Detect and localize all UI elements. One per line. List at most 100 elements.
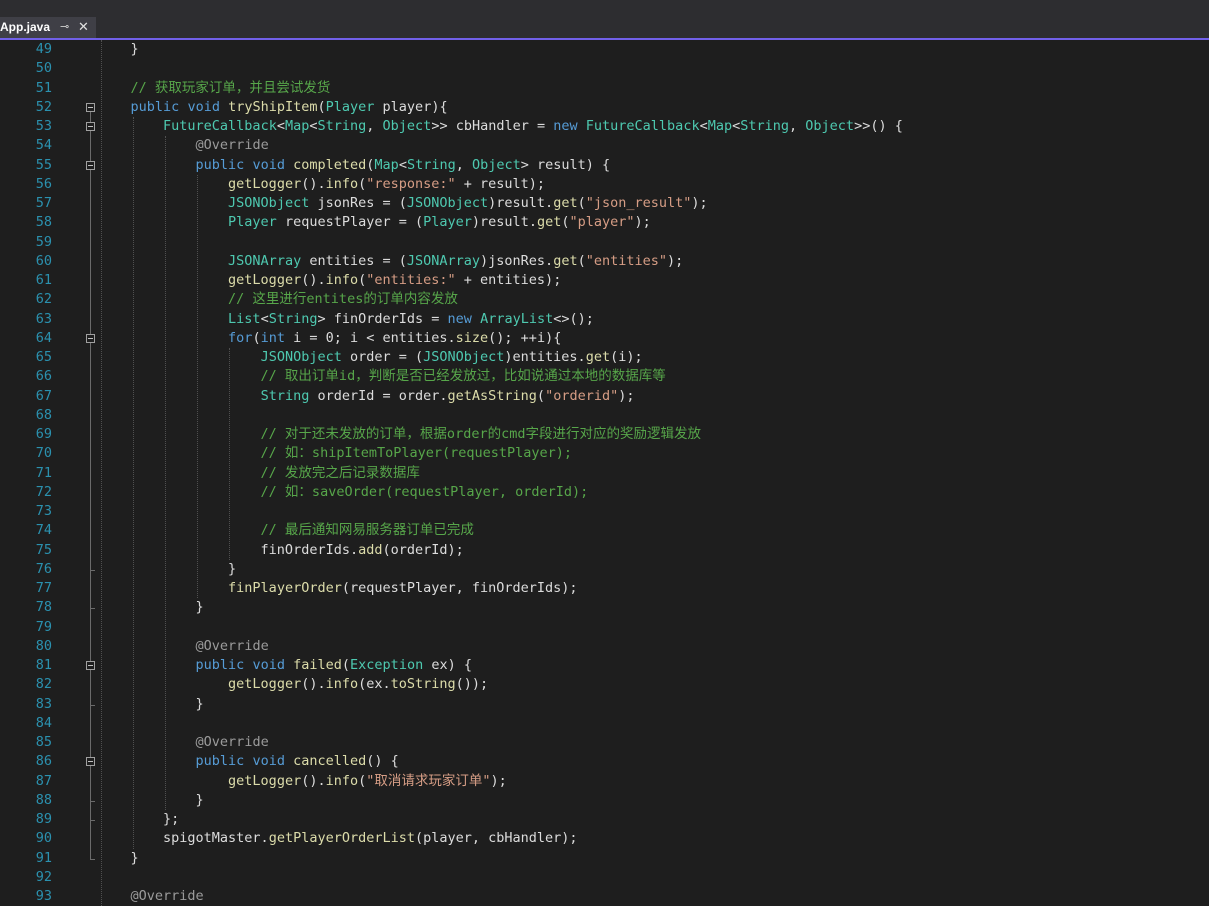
code-line[interactable]: public void tryShipItem(Player player){: [98, 98, 448, 117]
code-line[interactable]: List<String> finOrderIds = new ArrayList…: [98, 310, 594, 329]
code-line[interactable]: // 这里进行entites的订单内容发放: [98, 290, 458, 309]
code-token: (: [577, 252, 586, 269]
code-token: getPlayerOrderList: [268, 830, 415, 847]
code-line[interactable]: }: [98, 791, 204, 810]
code-line[interactable]: // 取出订单id，判断是否已经发放过，比如说通过本地的数据库等: [98, 367, 666, 386]
code-token: <: [309, 118, 318, 134]
code-token: get: [553, 252, 578, 269]
code-token: info: [325, 272, 359, 288]
code-token: tryShipItem: [228, 98, 318, 115]
code-line[interactable]: public void failed(Exception ex) {: [98, 656, 472, 675]
code-token: }: [98, 791, 204, 808]
code-line[interactable]: // 如：shipItemToPlayer(requestPlayer);: [98, 444, 572, 463]
code-line[interactable]: JSONArray entities = (JSONArray)jsonRes.…: [98, 252, 683, 271]
code-line[interactable]: }: [98, 40, 139, 59]
code-token: // 最后通知网易服务器订单已完成: [98, 522, 474, 539]
code-line[interactable]: // 对于还未发放的订单，根据order的cmd字段进行对应的奖励逻辑发放: [98, 425, 701, 444]
line-number: 84: [35, 714, 52, 731]
code-token: (: [341, 657, 351, 673]
code-token: <: [260, 310, 269, 327]
code-line[interactable]: @Override: [98, 136, 269, 155]
line-number: 91: [35, 849, 52, 866]
code-token: (); ++i){: [488, 329, 562, 346]
close-icon[interactable]: ✕: [78, 19, 89, 35]
line-number: 59: [35, 233, 52, 250]
code-line[interactable]: finPlayerOrder(requestPlayer, finOrderId…: [98, 579, 578, 598]
code-line[interactable]: public void cancelled() {: [98, 752, 399, 771]
code-token: "response:": [366, 175, 456, 192]
line-number: 63: [35, 310, 52, 327]
code-token: requestPlayer = (: [276, 214, 424, 231]
code-line[interactable]: @Override: [98, 637, 269, 656]
code-line[interactable]: JSONObject order = (JSONObject)entities.…: [98, 348, 643, 367]
collapse-icon[interactable]: [86, 757, 95, 767]
line-number: 72: [35, 483, 52, 500]
tab-app-java[interactable]: App.java ⊸ ✕: [0, 17, 96, 38]
code-token: void: [187, 98, 220, 115]
code-line[interactable]: };: [98, 810, 179, 829]
code-line[interactable]: // 发放完之后记录数据库: [98, 464, 420, 483]
code-token: get: [536, 214, 562, 231]
code-editor[interactable]: 49 } 50 51 // 获取玩家订单，并且尝试发货 52 public void …: [0, 40, 1209, 906]
pin-icon[interactable]: ⊸: [60, 20, 69, 33]
code-line[interactable]: for(int i = 0; i < entities.size(); ++i)…: [98, 329, 561, 348]
code-token: info: [325, 772, 359, 789]
code-token: // 发放完之后记录数据库: [98, 464, 420, 481]
indent-guide: [165, 136, 166, 810]
code-token: orderId = order.: [309, 387, 448, 404]
code-line[interactable]: String orderId = order.getAsString("orde…: [98, 387, 635, 406]
code-token: ArrayList: [480, 310, 554, 327]
code-line[interactable]: // 如：saveOrder(requestPlayer, orderId);: [98, 483, 589, 502]
collapse-icon[interactable]: [86, 122, 95, 131]
code-line[interactable]: FutureCallback<Map<String, Object>> cbHa…: [98, 117, 903, 136]
code-token: Object: [472, 156, 521, 173]
code-token: public: [130, 98, 180, 115]
code-line[interactable]: }: [98, 695, 204, 714]
code-line[interactable]: JSONObject jsonRes = (JSONObject)result.…: [98, 194, 708, 213]
code-token: // 如：shipItemToPlayer(requestPlayer);: [98, 445, 573, 462]
code-line[interactable]: }: [98, 560, 236, 579]
code-line[interactable]: getLogger().info("entities:" + entities)…: [98, 271, 561, 290]
code-line[interactable]: // 最后通知网易服务器订单已完成: [98, 521, 474, 540]
fold-range-end: [90, 704, 95, 706]
code-line[interactable]: getLogger().info(ex.toString());: [98, 675, 488, 694]
code-line[interactable]: finOrderIds.add(orderId);: [98, 541, 464, 560]
code-line[interactable]: Player requestPlayer = (Player)result.ge…: [98, 213, 651, 232]
fold-range-end: [90, 820, 95, 821]
line-number: 52: [35, 98, 52, 115]
collapse-icon[interactable]: [86, 661, 95, 670]
code-line[interactable]: @Override: [98, 733, 269, 752]
code-token: <: [398, 156, 407, 173]
code-token: };: [98, 811, 180, 827]
line-number: 80: [35, 637, 52, 654]
line-number: 81: [35, 657, 52, 673]
code-token: int: [260, 329, 285, 346]
code-token: String: [260, 387, 310, 404]
collapse-icon[interactable]: [86, 160, 95, 170]
code-token: (: [252, 329, 261, 346]
code-token: JSONObject: [228, 195, 310, 211]
line-number: 88: [35, 791, 52, 808]
fold-range-end: [90, 608, 95, 610]
code-token: <>();: [553, 310, 594, 327]
code-token: ().: [301, 772, 326, 789]
fold-range-end: [90, 800, 95, 802]
code-line[interactable]: // 获取玩家订单，并且尝试发货: [98, 79, 331, 98]
code-line[interactable]: public void completed(Map<String, Object…: [98, 156, 611, 175]
code-line[interactable]: @Override: [98, 887, 204, 906]
code-line[interactable]: spigotMaster.getPlayerOrderList(player, …: [98, 829, 578, 848]
code-line[interactable]: getLogger().info("取消请求玩家订单");: [98, 772, 507, 791]
code-line[interactable]: }: [98, 598, 204, 617]
code-token: }: [98, 599, 204, 616]
code-line[interactable]: }: [98, 849, 139, 868]
collapse-icon[interactable]: [86, 102, 95, 112]
code-token: getAsString: [447, 387, 537, 404]
code-token: ());: [455, 676, 489, 693]
collapse-icon[interactable]: [86, 333, 95, 343]
code-token: @Override: [195, 637, 269, 654]
